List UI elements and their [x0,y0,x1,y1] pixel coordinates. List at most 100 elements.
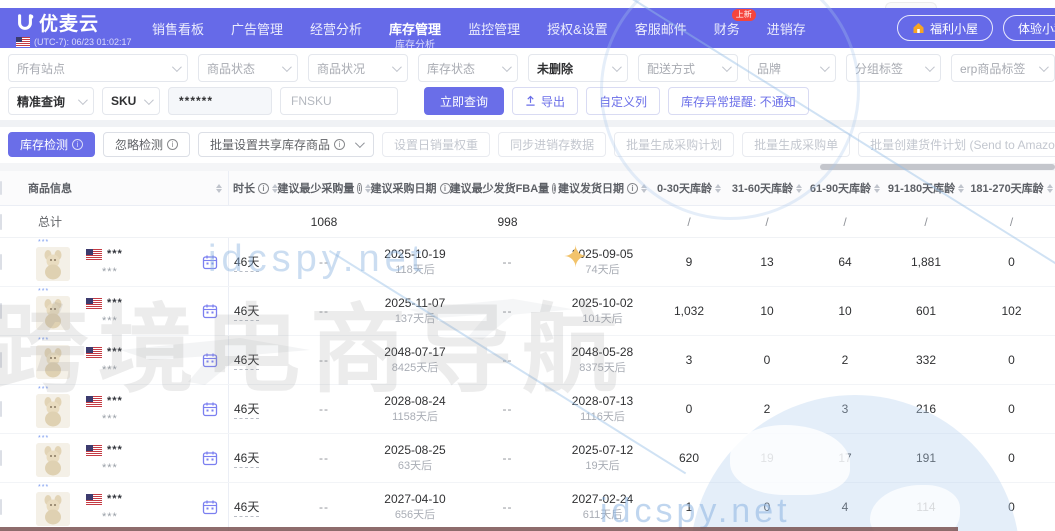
column-header-2[interactable]: 时长 i [228,171,278,205]
chevron-down-icon [819,61,830,72]
toolbar-button-1[interactable]: 库存检测 i [8,132,96,157]
product-title[interactable]: *** [107,493,123,505]
filter-select-5[interactable]: 未删除 [528,54,628,82]
sort-icon[interactable] [796,183,803,193]
row-checkbox[interactable] [0,401,2,417]
age-value-2: 0 [763,500,771,514]
column-header-9[interactable]: 61-90天库龄 [806,180,884,196]
column-header-8[interactable]: 31-60天库龄 [728,180,806,196]
sort-icon[interactable] [641,183,647,193]
precise-query-select[interactable]: 精准查询 [8,87,94,115]
calendar-icon[interactable] [202,499,218,515]
product-title[interactable]: *** [107,395,123,407]
nav-item-6[interactable]: 授权&设置 [547,19,608,38]
sort-icon[interactable] [874,183,881,193]
column-header-4[interactable]: 建议采购日期 i [370,180,460,196]
product-title[interactable]: *** [107,444,123,456]
filter-select-3[interactable]: 商品状况 [308,54,408,82]
calendar-icon[interactable] [202,352,218,368]
filter-select-2[interactable]: 商品状态 [198,54,298,82]
chevron-down-icon [355,138,365,149]
row-checkbox[interactable] [0,450,2,466]
nav-item-3[interactable]: 经营分析 [310,19,362,38]
horizontal-scrollbar[interactable] [0,163,1055,171]
inventory-alert-button[interactable]: 库存异常提醒: 不通知 [668,87,809,115]
product-title[interactable]: *** [107,297,123,309]
filter-select-9[interactable]: erp商品标签 [951,54,1055,82]
row-checkbox[interactable] [0,352,2,368]
table-header: 商品信息 时长 i 建议最少采购量 i 建议采购日期 i 建议最少发货FBA量 i 建议发货日期 i… [0,171,1055,206]
query-row: 精准查询 SKU ****** FNSKU 立即查询 导出 自定义列 库存异常提… [0,84,1055,120]
nav-item-1[interactable]: 销售看板 [152,19,204,38]
calendar-icon[interactable] [202,303,218,319]
product-subtitle: *** [102,266,118,278]
chevron-down-icon [171,61,182,72]
filter-select-4[interactable]: 库存状态 [418,54,518,82]
calendar-icon[interactable] [202,450,218,466]
filter-select-6[interactable]: 配送方式 [638,54,738,82]
fnsku-input[interactable]: FNSKU [280,87,398,115]
toolbar-button-2[interactable]: 忽略检测 i [103,132,191,157]
scrollbar-thumb[interactable] [820,164,1055,170]
product-info-cell[interactable]: *** *** *** [28,483,228,531]
nav-item-5[interactable]: 监控管理 [468,19,520,38]
product-info-cell[interactable]: *** *** *** [28,385,228,433]
ship-date: 2025-10-02 [571,296,634,311]
product-info-cell[interactable]: *** *** *** [28,434,228,482]
export-button[interactable]: 导出 [512,87,579,115]
row-checkbox[interactable] [0,254,2,270]
calendar-icon[interactable] [202,401,218,417]
purchase-date-note: 118天后 [395,263,435,276]
lead-time-cell: 46天 [228,385,278,433]
column-label: 时长 [233,183,255,195]
nav-item-8[interactable]: 财务 上新 [714,8,756,38]
select-all-checkbox[interactable] [0,181,2,195]
column-header-7[interactable]: 0-30天库龄 [650,180,728,196]
info-icon: i [439,182,451,194]
product-info-cell[interactable]: *** *** *** [28,238,228,286]
nav-item-4[interactable]: 库存管理 库存分析 [389,19,441,51]
welfare-button[interactable]: 福利小屋 [896,15,993,41]
sort-icon[interactable] [958,183,965,193]
nav-item-9[interactable]: 进销存 [767,19,806,38]
sort-icon[interactable] [715,183,722,193]
sort-icon[interactable] [216,183,222,193]
filter-select-7[interactable]: 品牌 [748,54,836,82]
search-button[interactable]: 立即查询 [424,87,505,115]
age-value-4: 601 [915,304,937,318]
miniapp-button[interactable]: 体验小程 [1002,15,1055,41]
column-header-6[interactable]: 建议发货日期 i [555,180,650,196]
product-info-cell[interactable]: *** *** *** [28,336,228,384]
product-thumbnail [36,247,70,281]
column-label: 建议发货日期 [558,183,624,195]
product-info-cell[interactable]: *** *** *** [28,287,228,335]
row-checkbox[interactable] [0,499,2,515]
purchase-date: 2025-08-25 [384,443,446,458]
filter-select-8[interactable]: 分组标签 [846,54,941,82]
column-header-10[interactable]: 91-180天库龄 [884,180,968,196]
lead-time-value: 46天 [234,498,260,517]
column-header-3[interactable]: 建议最少采购量 i [277,180,371,196]
column-label: 181-270天库龄 [970,183,1044,195]
nav-item-2[interactable]: 广告管理 [231,19,283,38]
toolbar-button-3[interactable]: 批量设置共享库存商品 i [198,132,375,157]
browser-strip [0,0,1055,12]
column-header-5[interactable]: 建议最少发货FBA量 i [450,180,566,196]
sku-input[interactable]: ****** [168,87,272,115]
calendar-icon[interactable] [202,254,218,270]
us-flag-icon [16,37,30,47]
product-title[interactable]: *** [107,346,123,358]
sort-icon[interactable] [1046,183,1053,193]
row-checkbox[interactable] [0,303,2,319]
lead-time-cell: 46天 [228,336,278,384]
ship-date-note: 1116天后 [580,410,625,423]
nav-item-7[interactable]: 客服邮件 [635,19,687,38]
custom-columns-button[interactable]: 自定义列 [586,87,661,115]
min-purchase-cell: -- [319,500,329,514]
column-header-11[interactable]: 181-270天库龄 [968,180,1055,196]
min-purchase-cell: -- [319,304,329,318]
product-title[interactable]: *** [107,248,123,260]
filter-select-1[interactable]: 所有站点 [8,54,188,82]
column-header-1[interactable]: 商品信息 [28,180,228,196]
sku-type-select[interactable]: SKU [102,87,160,115]
